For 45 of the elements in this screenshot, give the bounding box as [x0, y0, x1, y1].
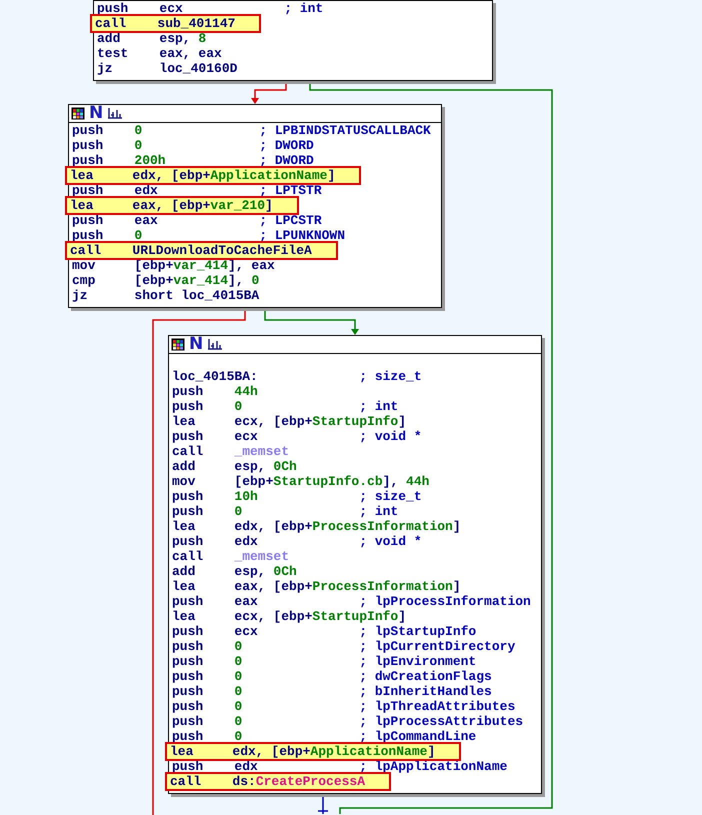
- code-line: jz short loc_4015BA: [71, 288, 260, 303]
- code-line: push eax ; lpProcessInformation: [171, 594, 532, 609]
- code-line: call _memset: [171, 549, 290, 564]
- graph-icon[interactable]: [207, 338, 224, 351]
- code-line: add esp, 0Ch: [171, 564, 298, 579]
- code-line: push 0 ; lpCurrentDirectory: [171, 639, 516, 654]
- code-line: push 0 ; lpCommandLine: [171, 729, 478, 744]
- code-line: loc_4015BA: ; size_t: [171, 369, 423, 384]
- color-grid-icon[interactable]: [171, 338, 185, 351]
- code-line: push 44h: [171, 384, 259, 399]
- code-line: push edx ; void *: [171, 534, 423, 549]
- code-line: jz loc_40160D: [96, 61, 238, 76]
- code-line: call _memset: [171, 444, 290, 459]
- code-line: push 0 ; int: [171, 504, 400, 519]
- code-line: test eax, eax: [96, 46, 223, 61]
- code-line: push edx ; LPTSTR: [71, 183, 323, 198]
- code-line: push 0 ; lpProcessAttributes: [171, 714, 524, 729]
- code-line: push 0 ; DWORD: [71, 138, 315, 153]
- color-grid-icon[interactable]: [71, 107, 85, 120]
- code-line: push 0 ; LPUNKNOWN: [71, 228, 346, 243]
- code-line: push 0 ; LPBINDSTATUSCALLBACK: [71, 123, 432, 138]
- code-line: push 0 ; bInheritHandles: [171, 684, 493, 699]
- code-line: lea ecx, [ebp+StartupInfo]: [171, 414, 408, 429]
- name-toggle[interactable]: N: [189, 336, 204, 353]
- code-line: mov [ebp+StartupInfo.cb], 44h: [171, 474, 430, 489]
- code-line: add esp, 0Ch: [171, 459, 298, 474]
- code-line: add esp, 8: [96, 31, 208, 46]
- code-line: push 200h ; DWORD: [71, 153, 315, 168]
- code-line: lea edx, [ebp+ProcessInformation]: [171, 519, 462, 534]
- graph-icon[interactable]: [107, 107, 124, 120]
- code-line: push ecx ; int: [96, 1, 324, 16]
- code-line: cmp [ebp+var_414], 0: [71, 273, 260, 288]
- name-toggle[interactable]: N: [89, 105, 104, 122]
- code-line: push ecx ; void *: [171, 429, 423, 444]
- code-line: push edx ; lpApplicationName: [171, 759, 508, 774]
- code-line: push 0 ; dwCreationFlags: [171, 669, 493, 684]
- code-line: push 0 ; lpThreadAttributes: [171, 699, 516, 714]
- code-line: push 0 ; lpEnvironment: [171, 654, 478, 669]
- code-line: push 10h ; size_t: [171, 489, 423, 504]
- code-line: push eax ; LPCSTR: [71, 213, 323, 228]
- code-line: lea eax, [ebp+ProcessInformation]: [171, 579, 462, 594]
- code-line: push ecx ; lpStartupInfo: [171, 624, 478, 639]
- code-line: lea ecx, [ebp+StartupInfo]: [171, 609, 408, 624]
- code-line: push 0 ; int: [171, 399, 400, 414]
- edge-arrow: [251, 82, 287, 104]
